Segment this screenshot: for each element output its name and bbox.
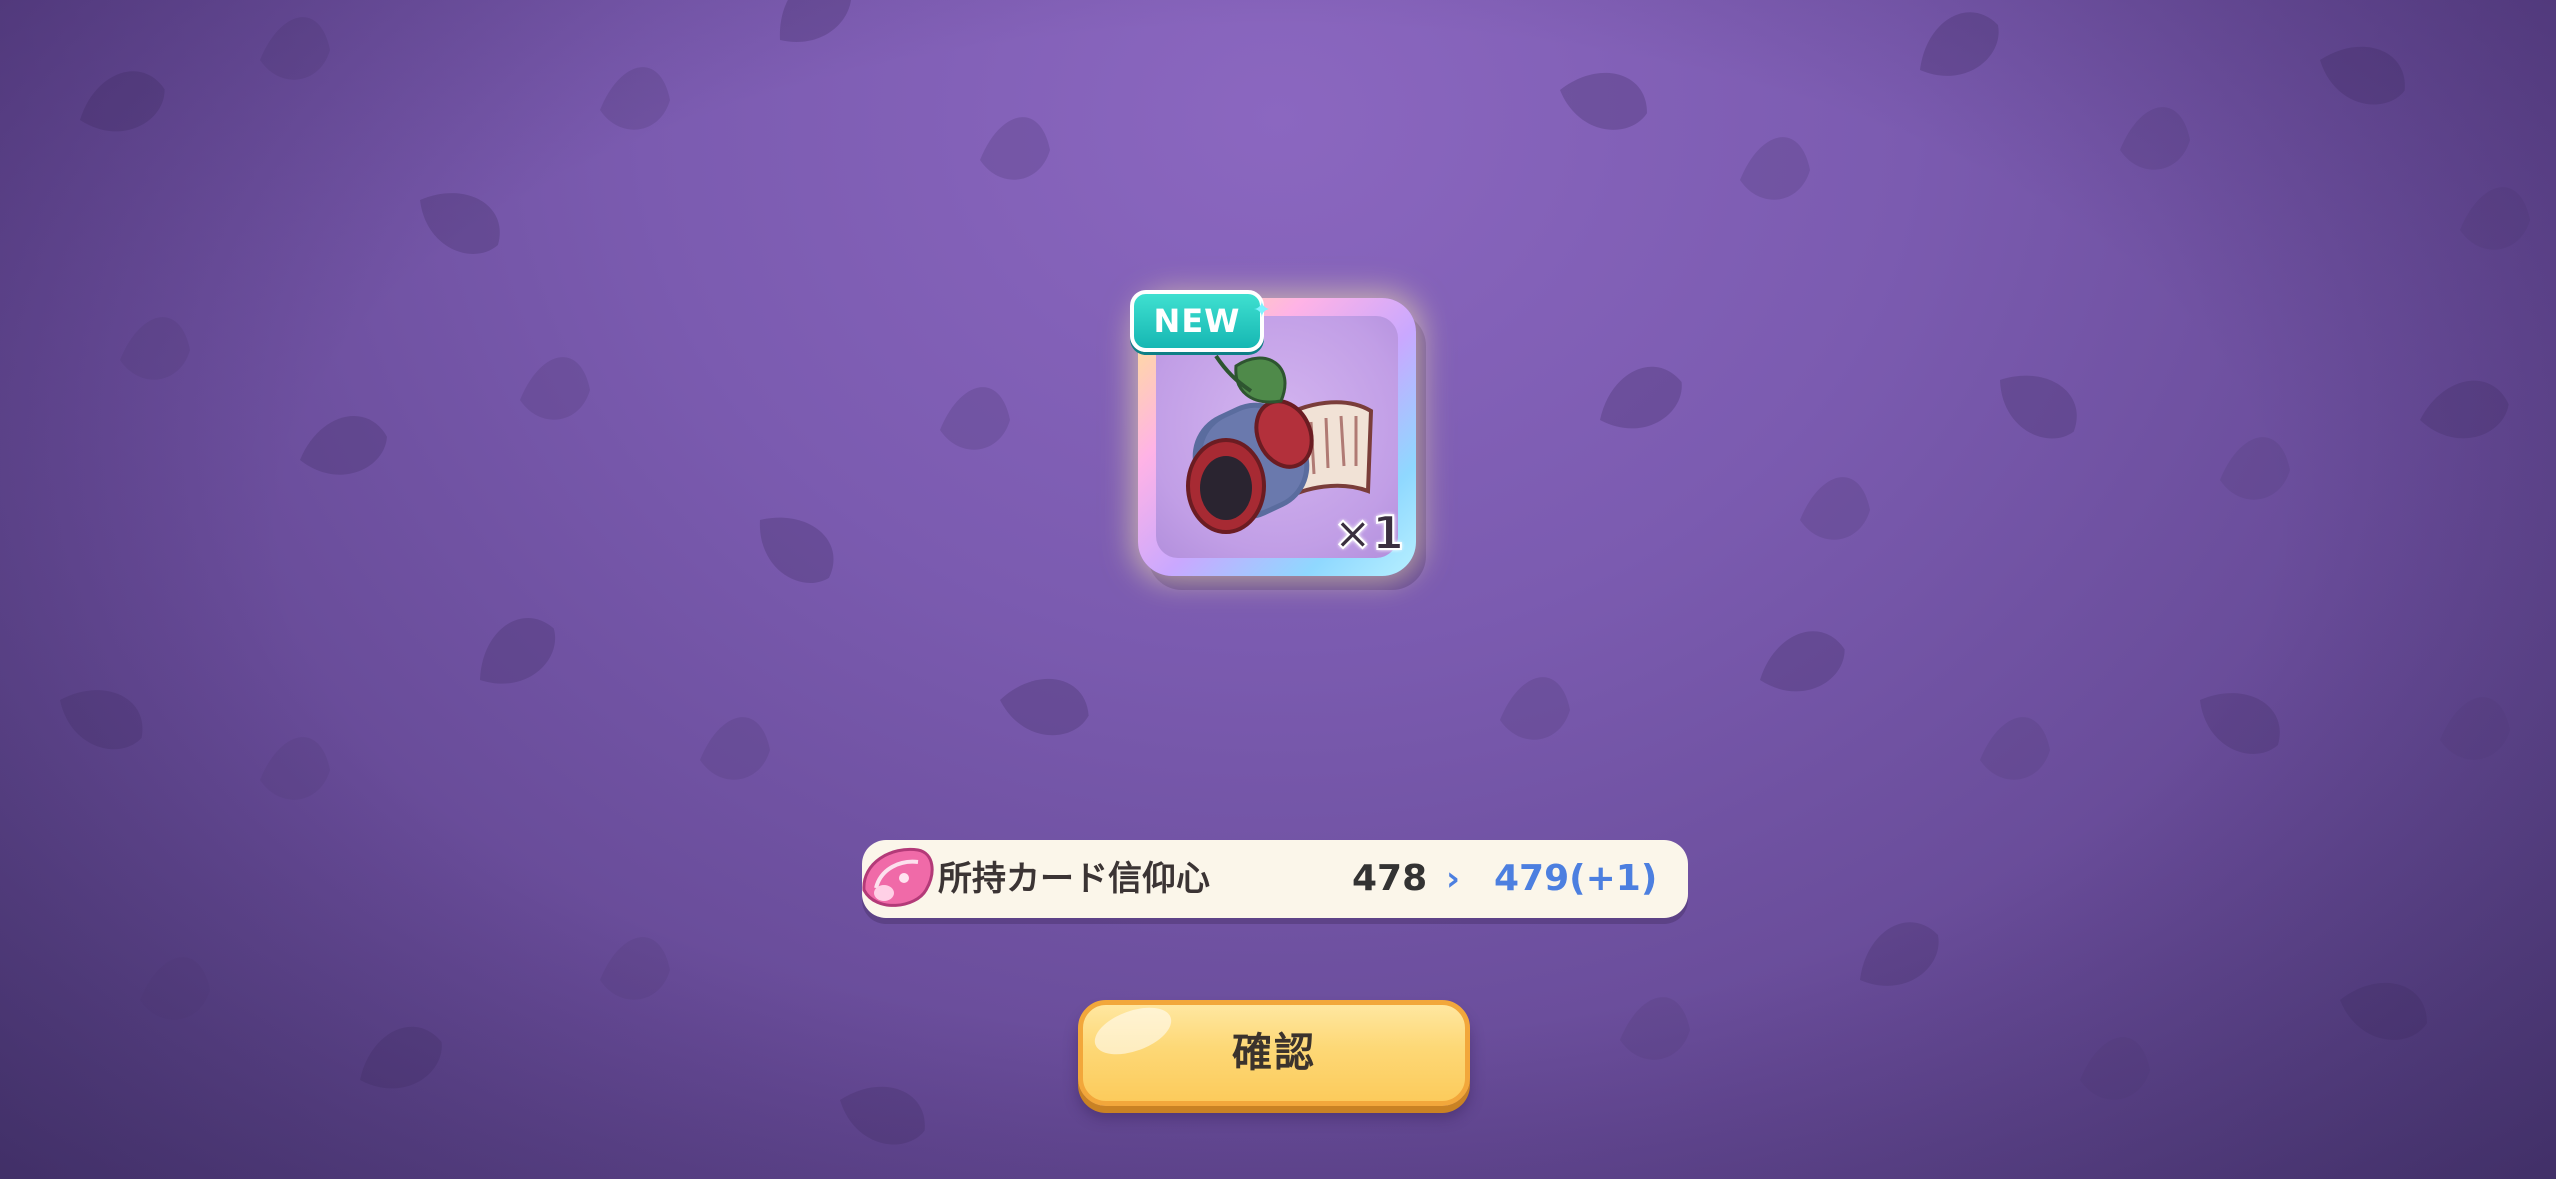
stat-old-value: 478 <box>1352 858 1428 899</box>
chevron-right-icon: › <box>1446 859 1461 899</box>
new-badge: NEW ✦ <box>1130 290 1271 352</box>
stat-new-value: 479(+1) <box>1494 858 1658 899</box>
card-faith-stat-bar: 所持カード信仰心 478 › 479(+1) <box>862 840 1688 918</box>
item-quantity: ×1 <box>1332 505 1405 561</box>
sparkle-icon: ✦ <box>1252 298 1272 323</box>
confirm-button[interactable]: 確認 <box>1078 998 1470 1106</box>
stat-label: 所持カード信仰心 <box>938 859 1210 899</box>
reward-item-card[interactable]: NEW ✦ ×1 <box>1130 290 1416 576</box>
pink-shell-icon <box>862 847 934 907</box>
new-badge-label: NEW <box>1153 302 1241 340</box>
confirm-button-label: 確認 <box>1232 1030 1316 1076</box>
